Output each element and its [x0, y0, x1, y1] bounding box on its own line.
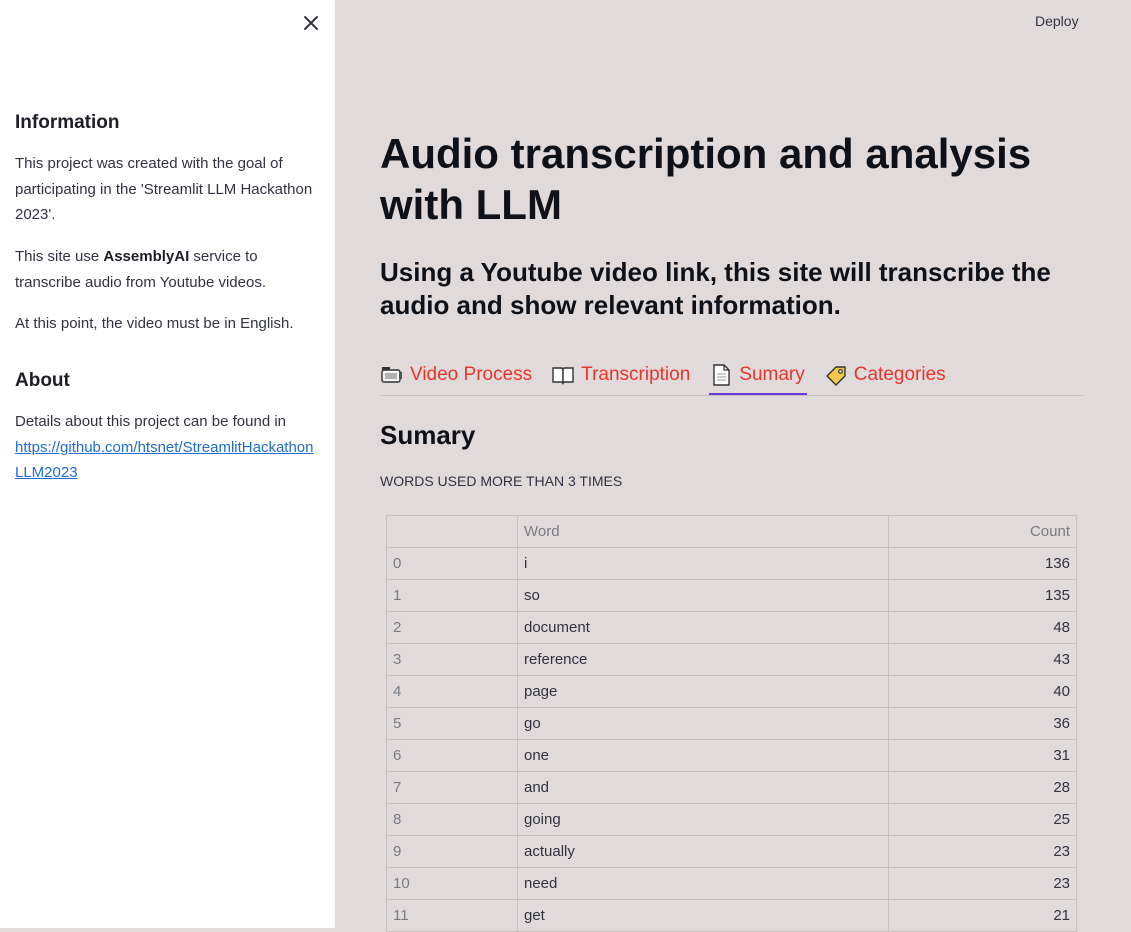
word-cell: document: [517, 611, 889, 644]
count-cell: 36: [888, 707, 1077, 740]
close-icon[interactable]: [299, 11, 323, 35]
table-row[interactable]: 6 one 31: [386, 739, 1077, 772]
document-icon: [713, 364, 730, 386]
tab-label: Sumary: [739, 364, 805, 385]
count-cell: 25: [888, 803, 1077, 836]
word-count-table[interactable]: Word Count 0 i 136 1 so 135 2 document 48 3 refere…: [386, 515, 1077, 932]
row-index-cell: 10: [386, 867, 518, 900]
tab-transcription[interactable]: Transcription: [551, 357, 690, 393]
count-cell: 135: [888, 579, 1077, 612]
count-cell: 21: [888, 899, 1077, 932]
table-row[interactable]: 9 actually 23: [386, 835, 1077, 868]
count-cell: 43: [888, 643, 1077, 676]
word-cell: actually: [517, 835, 889, 868]
tab-video-process[interactable]: Video Process: [380, 357, 532, 393]
word-cell: page: [517, 675, 889, 708]
word-cell: one: [517, 739, 889, 772]
word-cell: need: [517, 867, 889, 900]
table-row[interactable]: 10 need 23: [386, 867, 1077, 900]
table-row[interactable]: 7 and 28: [386, 771, 1077, 804]
word-cell: go: [517, 707, 889, 740]
word-column-header[interactable]: Word: [517, 515, 889, 548]
index-column-header[interactable]: [386, 515, 518, 548]
about-paragraph: Details about this project can be found …: [15, 409, 320, 486]
tab-categories[interactable]: Categories: [824, 357, 946, 393]
table-row[interactable]: 8 going 25: [386, 803, 1077, 836]
assemblyai-label: AssemblyAI: [103, 248, 190, 265]
row-index-cell: 5: [386, 707, 518, 740]
information-paragraph-2-prefix: This site use: [15, 248, 104, 265]
word-cell: reference: [517, 643, 889, 676]
page-subtitle: Using a Youtube video link, this site wi…: [380, 257, 1051, 320]
word-cell: going: [517, 803, 889, 836]
row-index-cell: 3: [386, 643, 518, 676]
word-cell: so: [517, 579, 889, 612]
table-row[interactable]: 4 page 40: [386, 675, 1077, 708]
tab-label: Categories: [853, 364, 946, 385]
tag-icon: [826, 366, 846, 386]
row-index-cell: 9: [386, 835, 518, 868]
sidebar: Information This project was created wit…: [0, 0, 335, 928]
information-heading: Information: [15, 112, 120, 133]
count-cell: 31: [888, 739, 1077, 772]
row-index-cell: 0: [386, 547, 518, 580]
word-cell: and: [517, 771, 889, 804]
count-cell: 23: [888, 867, 1077, 900]
tab-sumary[interactable]: Sumary: [709, 357, 808, 395]
information-paragraph-2: This site use AssemblyAI service to tran…: [15, 244, 320, 295]
tab-label: Transcription: [581, 364, 691, 385]
page-title: Audio transcription and analysis with LL…: [380, 130, 1032, 228]
row-index-cell: 2: [386, 611, 518, 644]
table-caption: WORDS USED MORE THAN 3 TIMES: [380, 473, 623, 489]
row-index-cell: 6: [386, 739, 518, 772]
table-row[interactable]: 11 get 21: [386, 899, 1077, 932]
count-cell: 136: [888, 547, 1077, 580]
count-cell: 40: [888, 675, 1077, 708]
row-index-cell: 1: [386, 579, 518, 612]
section-title: Sumary: [380, 420, 476, 450]
count-cell: 23: [888, 835, 1077, 868]
count-cell: 48: [888, 611, 1077, 644]
row-index-cell: 4: [386, 675, 518, 708]
row-index-cell: 7: [386, 771, 518, 804]
table-row[interactable]: 3 reference 43: [386, 643, 1077, 676]
table-header-row: Word Count: [386, 515, 1077, 548]
table-row[interactable]: 0 i 136: [386, 547, 1077, 580]
count-cell: 28: [888, 771, 1077, 804]
deploy-button[interactable]: Deploy: [1035, 13, 1079, 29]
word-cell: get: [517, 899, 889, 932]
information-paragraph-1: This project was created with the goal o…: [15, 155, 313, 223]
table-row[interactable]: 5 go 36: [386, 707, 1077, 740]
about-text: Details about this project can be found …: [15, 413, 287, 430]
row-index-cell: 8: [386, 803, 518, 836]
row-index-cell: 11: [386, 899, 518, 932]
word-cell: i: [517, 547, 889, 580]
video-camera-icon: [381, 367, 402, 383]
tab-label: Video Process: [410, 364, 533, 385]
tab-bar: Video Process Transcription Sumary Categ…: [380, 357, 1084, 396]
main-content: Deploy Audio transcription and analysis …: [335, 0, 1131, 932]
open-book-icon: [552, 367, 574, 385]
github-link[interactable]: https://github.com/htsnet/StreamlitHacka…: [15, 439, 313, 482]
about-heading: About: [15, 370, 70, 391]
count-column-header[interactable]: Count: [888, 515, 1077, 548]
table-row[interactable]: 1 so 135: [386, 579, 1077, 612]
information-paragraph-3: At this point, the video must be in Engl…: [15, 315, 294, 332]
table-row[interactable]: 2 document 48: [386, 611, 1077, 644]
